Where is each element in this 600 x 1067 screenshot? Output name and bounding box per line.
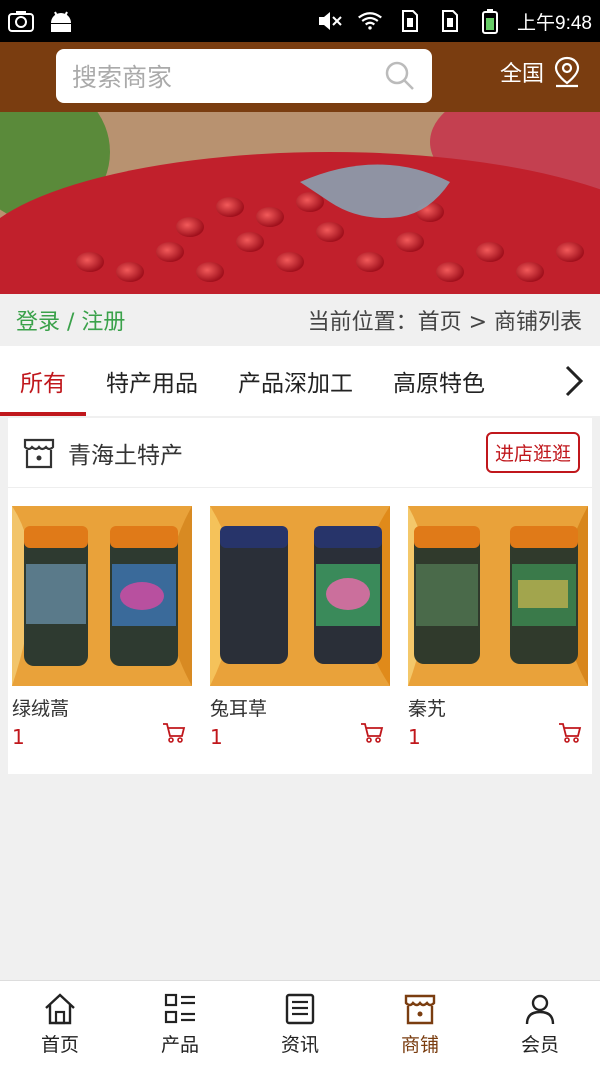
product-image[interactable] <box>12 506 192 686</box>
home-icon <box>45 992 75 1024</box>
breadcrumb-bar: 登录 / 注册 当前位置：首页 > 商铺列表 <box>0 294 600 346</box>
product-card[interactable]: 兔耳草 1 <box>210 506 390 749</box>
nav-news-label: 资讯 <box>280 1033 319 1056</box>
product-image[interactable] <box>210 506 390 686</box>
nav-stores-label: 商铺 <box>400 1033 439 1056</box>
tab-all[interactable]: 所有 <box>0 346 86 416</box>
bottom-nav: 首页 产品 资讯 商铺 会员 <box>0 980 600 1067</box>
product-list: 绿绒蒿 1 兔耳草 1 秦艽 1 <box>12 506 588 749</box>
tab-deep-processing[interactable]: 产品深加工 <box>218 346 373 416</box>
region-label: 全国 <box>499 62 544 87</box>
search-icon[interactable] <box>384 60 416 92</box>
news-icon <box>285 993 315 1024</box>
shop-name[interactable]: 青海土特产 <box>68 436 486 470</box>
product-name[interactable]: 兔耳草 <box>210 694 390 721</box>
nav-home[interactable]: 首页 <box>0 981 120 1067</box>
nav-news[interactable]: 资讯 <box>240 981 360 1067</box>
chevron-right-icon[interactable] <box>562 364 586 398</box>
nav-products-label: 产品 <box>160 1033 199 1056</box>
store-icon <box>404 994 436 1024</box>
wifi-icon <box>357 8 383 34</box>
product-name[interactable]: 绿绒蒿 <box>12 694 192 721</box>
product-card[interactable]: 绿绒蒿 1 <box>12 506 192 749</box>
user-icon <box>525 994 555 1024</box>
header-bar: 搜索商家 全国 <box>0 42 600 112</box>
store-icon <box>23 438 55 468</box>
nav-stores[interactable]: 商铺 <box>360 981 480 1067</box>
product-name[interactable]: 秦艽 <box>408 694 588 721</box>
sim1-icon <box>397 8 423 34</box>
screenshot-icon <box>8 8 34 34</box>
android-icon <box>48 8 74 34</box>
tab-specialty-goods[interactable]: 特产用品 <box>86 346 218 416</box>
visit-store-button[interactable]: 进店逛逛 <box>485 432 580 473</box>
mute-icon <box>317 8 343 34</box>
shop-card: 青海土特产 进店逛逛 绿绒蒿 1 兔耳草 1 秦艽 1 <box>8 418 592 774</box>
cart-icon[interactable] <box>360 722 384 744</box>
sim2-icon <box>437 8 463 34</box>
search-input[interactable]: 搜索商家 <box>72 58 384 94</box>
login-register-link[interactable]: 登录 / 注册 <box>16 304 125 336</box>
status-bar: 上午9:48 <box>0 0 600 42</box>
search-box[interactable]: 搜索商家 <box>56 49 432 103</box>
banner-image[interactable] <box>0 112 600 294</box>
region-selector[interactable]: 全国 <box>500 56 582 88</box>
nav-member-label: 会员 <box>520 1033 559 1056</box>
shop-header: 青海土特产 进店逛逛 <box>8 418 592 488</box>
cart-icon[interactable] <box>162 722 186 744</box>
nav-member[interactable]: 会员 <box>480 981 600 1067</box>
product-image[interactable] <box>408 506 588 686</box>
tab-plateau-specialty[interactable]: 高原特色 <box>373 346 505 416</box>
location-pin-icon <box>554 56 580 88</box>
nav-products[interactable]: 产品 <box>120 981 240 1067</box>
grid-list-icon <box>164 993 195 1023</box>
nav-home-label: 首页 <box>40 1033 79 1056</box>
status-time: 上午9:48 <box>517 12 592 34</box>
battery-icon <box>477 8 503 34</box>
breadcrumb: 当前位置：首页 > 商铺列表 <box>307 310 582 335</box>
category-tabs: 所有 特产用品 产品深加工 高原特色 <box>0 346 600 416</box>
cart-icon[interactable] <box>558 722 582 744</box>
product-card[interactable]: 秦艽 1 <box>408 506 588 749</box>
